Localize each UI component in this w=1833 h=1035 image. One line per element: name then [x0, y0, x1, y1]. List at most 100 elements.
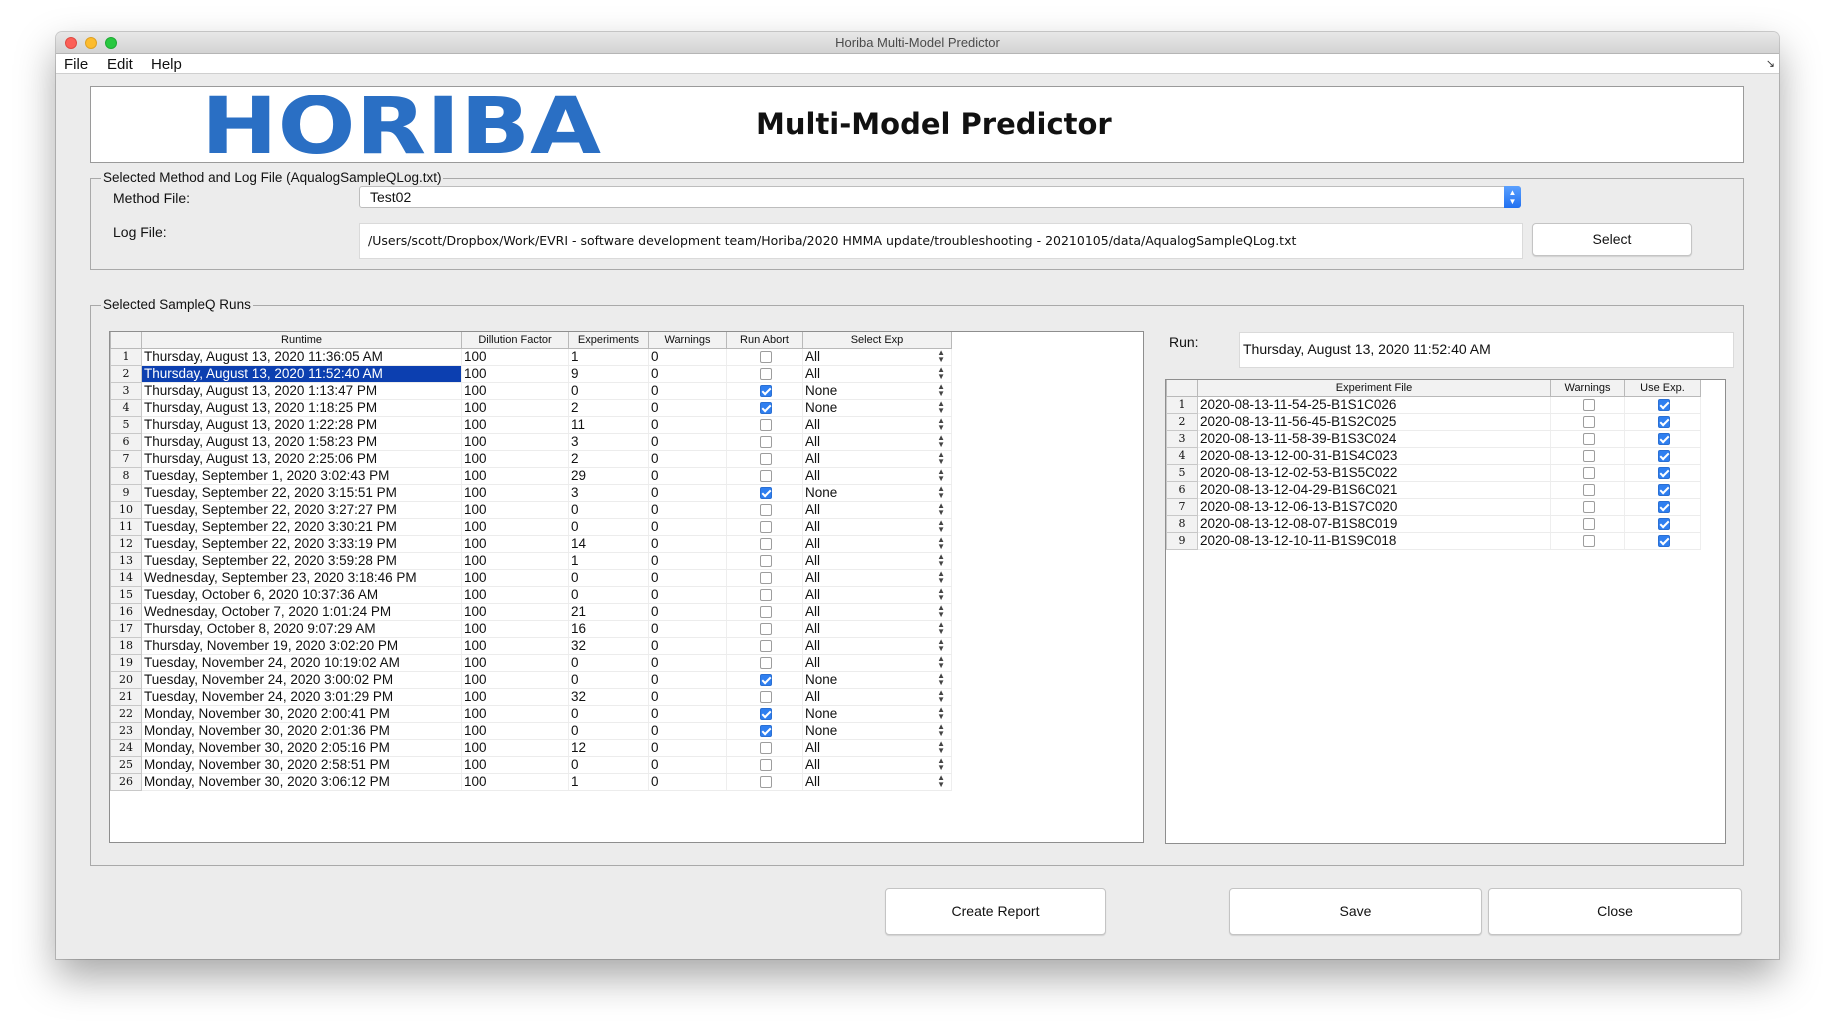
runtime-cell[interactable]: Thursday, August 13, 2020 1:13:47 PM [141, 382, 462, 400]
table-row[interactable]: 8 2020-08-13-12-08-07-B1S8C019 [1166, 514, 1701, 533]
dilution-cell[interactable]: 100 [461, 501, 569, 519]
runtime-cell[interactable]: Thursday, November 19, 2020 3:02:20 PM [141, 637, 462, 655]
col-header-select-exp[interactable]: Select Exp [802, 332, 952, 349]
experiments-cell[interactable]: 0 [568, 756, 649, 774]
run-abort-checkbox[interactable] [759, 401, 772, 414]
select-exp-cell[interactable]: All ▲ ▼ [802, 535, 952, 553]
experiments-cell[interactable]: 32 [568, 688, 649, 706]
warnings-cell[interactable]: 0 [648, 433, 727, 451]
experiments-cell[interactable]: 0 [568, 671, 649, 689]
run-abort-checkbox[interactable] [759, 571, 772, 584]
table-row[interactable]: 6 2020-08-13-12-04-29-B1S6C021 [1166, 480, 1701, 499]
select-exp-cell[interactable]: All ▲ ▼ [802, 365, 952, 383]
warning-checkbox[interactable] [1582, 500, 1595, 513]
run-abort-checkbox[interactable] [759, 350, 772, 363]
col-header-dilution[interactable]: Dillution Factor [461, 332, 569, 349]
runtime-cell[interactable]: Tuesday, November 24, 2020 3:00:02 PM [141, 671, 462, 689]
run-abort-checkbox[interactable] [759, 741, 772, 754]
warning-checkbox[interactable] [1582, 432, 1595, 445]
table-row[interactable]: 4 2020-08-13-12-00-31-B1S4C023 [1166, 446, 1701, 465]
runtime-cell[interactable]: Thursday, October 8, 2020 9:07:29 AM [141, 620, 462, 638]
table-row[interactable]: 5 Thursday, August 13, 2020 1:22:28 PM 100… [110, 415, 952, 434]
chevron-updown-icon[interactable]: ▲ ▼ [937, 467, 945, 482]
table-row[interactable]: 16 Wednesday, October 7, 2020 1:01:24 PM 1… [110, 602, 952, 621]
run-abort-checkbox[interactable] [759, 605, 772, 618]
chevron-updown-icon[interactable]: ▲ ▼ [937, 399, 945, 414]
select-exp-cell[interactable]: None ▲ ▼ [802, 484, 952, 502]
select-exp-cell[interactable]: All ▲ ▼ [802, 433, 952, 451]
table-row[interactable]: 3 2020-08-13-11-58-39-B1S3C024 [1166, 429, 1701, 448]
experiment-file-cell[interactable]: 2020-08-13-12-06-13-B1S7C020 [1197, 498, 1551, 516]
table-row[interactable]: 5 2020-08-13-12-02-53-B1S5C022 [1166, 463, 1701, 482]
runtime-cell[interactable]: Thursday, August 13, 2020 2:25:06 PM [141, 450, 462, 468]
save-button[interactable]: Save [1229, 888, 1482, 935]
run-abort-checkbox[interactable] [759, 486, 772, 499]
select-exp-cell[interactable]: All ▲ ▼ [802, 552, 952, 570]
dilution-cell[interactable]: 100 [461, 671, 569, 689]
dilution-cell[interactable]: 100 [461, 739, 569, 757]
warnings-cell[interactable]: 0 [648, 569, 727, 587]
experiments-cell[interactable]: 2 [568, 399, 649, 417]
select-exp-cell[interactable]: All ▲ ▼ [802, 637, 952, 655]
runtime-cell[interactable]: Thursday, August 13, 2020 1:58:23 PM [141, 433, 462, 451]
run-abort-checkbox[interactable] [759, 656, 772, 669]
run-abort-checkbox[interactable] [759, 554, 772, 567]
experiments-cell[interactable]: 32 [568, 637, 649, 655]
log-file-input[interactable]: /Users/scott/Dropbox/Work/EVRI - softwar… [359, 223, 1523, 259]
table-row[interactable]: 4 Thursday, August 13, 2020 1:18:25 PM 100… [110, 398, 952, 417]
dilution-cell[interactable]: 100 [461, 637, 569, 655]
warning-checkbox[interactable] [1582, 483, 1595, 496]
runtime-cell[interactable]: Tuesday, October 6, 2020 10:37:36 AM [141, 586, 462, 604]
run-abort-checkbox[interactable] [759, 707, 772, 720]
experiments-cell[interactable]: 14 [568, 535, 649, 553]
warnings-cell[interactable]: 0 [648, 671, 727, 689]
warnings-cell[interactable]: 0 [648, 467, 727, 485]
warning-checkbox[interactable] [1582, 466, 1595, 479]
window-close-icon[interactable] [65, 37, 77, 49]
select-exp-cell[interactable]: All ▲ ▼ [802, 603, 952, 621]
use-exp-checkbox[interactable] [1657, 415, 1670, 428]
menu-file[interactable]: File [64, 56, 88, 73]
warnings-cell[interactable]: 0 [648, 348, 727, 366]
warning-checkbox[interactable] [1582, 398, 1595, 411]
table-row[interactable]: 14 Wednesday, September 23, 2020 3:18:46 … [110, 568, 952, 587]
chevron-updown-icon[interactable]: ▲ ▼ [937, 433, 945, 448]
menu-help[interactable]: Help [151, 56, 182, 73]
run-abort-checkbox[interactable] [759, 435, 772, 448]
create-report-button[interactable]: Create Report [885, 888, 1106, 935]
experiments-cell[interactable]: 0 [568, 518, 649, 536]
warnings-cell[interactable]: 0 [648, 603, 727, 621]
select-exp-cell[interactable]: All ▲ ▼ [802, 586, 952, 604]
warnings-cell[interactable]: 0 [648, 722, 727, 740]
select-exp-cell[interactable]: None ▲ ▼ [802, 722, 952, 740]
use-exp-checkbox[interactable] [1657, 449, 1670, 462]
experiment-file-cell[interactable]: 2020-08-13-11-58-39-B1S3C024 [1197, 430, 1551, 448]
use-exp-checkbox[interactable] [1657, 483, 1670, 496]
experiments-cell[interactable]: 1 [568, 348, 649, 366]
table-row[interactable]: 10 Tuesday, September 22, 2020 3:27:27 PM… [110, 500, 952, 519]
chevron-updown-icon[interactable]: ▲ ▼ [937, 637, 945, 652]
warnings-cell[interactable]: 0 [648, 552, 727, 570]
select-exp-cell[interactable]: All ▲ ▼ [802, 518, 952, 536]
select-exp-cell[interactable]: None ▲ ▼ [802, 382, 952, 400]
runtime-cell[interactable]: Tuesday, September 22, 2020 3:59:28 PM [141, 552, 462, 570]
chevron-updown-icon[interactable]: ▲ ▼ [937, 773, 945, 788]
experiments-cell[interactable]: 21 [568, 603, 649, 621]
experiments-cell[interactable]: 3 [568, 484, 649, 502]
use-exp-checkbox[interactable] [1657, 534, 1670, 547]
select-exp-cell[interactable]: All ▲ ▼ [802, 756, 952, 774]
table-row[interactable]: 11 Tuesday, September 22, 2020 3:30:21 PM… [110, 517, 952, 536]
experiments-cell[interactable]: 0 [568, 501, 649, 519]
table-row[interactable]: 21 Tuesday, November 24, 2020 3:01:29 PM 1… [110, 687, 952, 706]
chevron-updown-icon[interactable]: ▲ ▼ [937, 484, 945, 499]
experiments-cell[interactable]: 11 [568, 416, 649, 434]
dilution-cell[interactable]: 100 [461, 348, 569, 366]
run-abort-checkbox[interactable] [759, 503, 772, 516]
select-exp-cell[interactable]: All ▲ ▼ [802, 688, 952, 706]
warnings-cell[interactable]: 0 [648, 688, 727, 706]
select-exp-cell[interactable]: All ▲ ▼ [802, 416, 952, 434]
experiments-cell[interactable]: 0 [568, 722, 649, 740]
dilution-cell[interactable]: 100 [461, 484, 569, 502]
run-abort-checkbox[interactable] [759, 758, 772, 771]
chevron-updown-icon[interactable]: ▲ ▼ [937, 620, 945, 635]
